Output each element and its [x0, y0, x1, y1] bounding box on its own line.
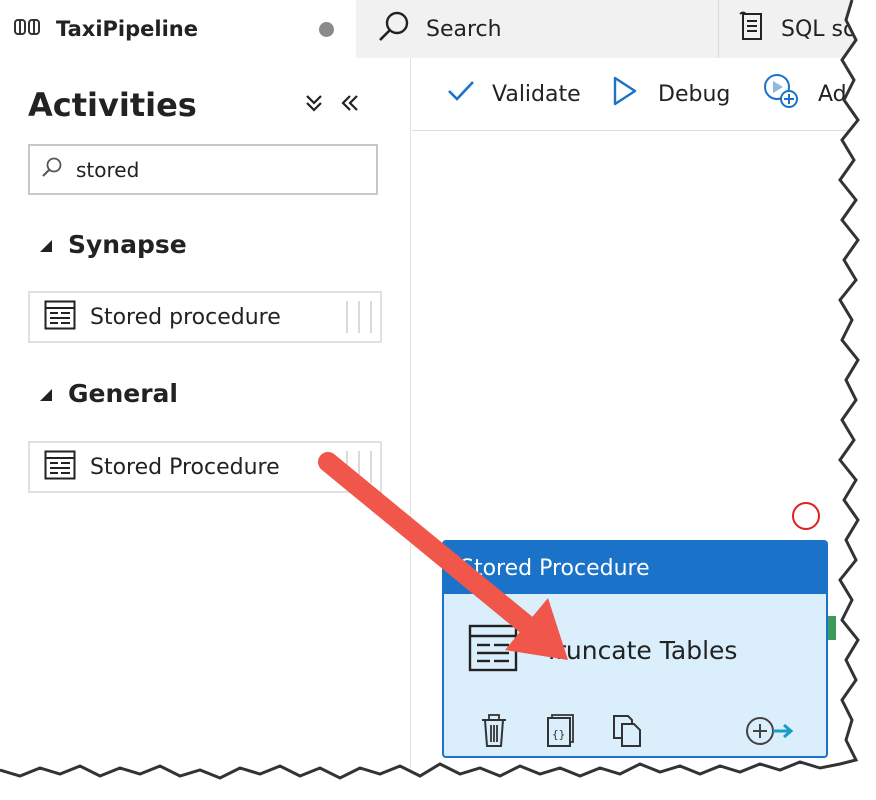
tab-title: TaxiPipeline: [56, 17, 198, 41]
sql-tab-label: SQL sc: [781, 16, 856, 42]
search-input[interactable]: [74, 156, 358, 183]
error-indicator: [792, 502, 820, 530]
checkmark-icon: [446, 78, 476, 110]
activity-item-stored-procedure-synapse[interactable]: Stored procedure: [28, 291, 382, 343]
validate-button[interactable]: Validate: [446, 58, 581, 130]
stored-procedure-icon: [44, 300, 76, 334]
panel-title: Activities: [28, 86, 197, 124]
connector-edge: [828, 616, 836, 640]
activities-panel: Activities Synapse Stored procedure Gene…: [0, 58, 411, 800]
unsaved-indicator: [319, 22, 334, 37]
node-actions: {}: [444, 706, 826, 756]
delete-icon[interactable]: [480, 714, 508, 752]
pipeline-icon: [14, 18, 42, 40]
panel-controls: [303, 92, 361, 118]
sql-script-icon: [737, 11, 767, 47]
svg-text:{}: {}: [552, 728, 565, 741]
stored-procedure-icon: [468, 624, 518, 676]
play-icon: [612, 76, 638, 112]
search-tab-label: Search: [426, 16, 502, 42]
code-icon[interactable]: {}: [546, 714, 574, 752]
drag-handle[interactable]: [346, 301, 372, 333]
node-type-label: Stored Procedure: [444, 542, 826, 594]
collapse-triangle-icon: [36, 379, 54, 408]
debug-label: Debug: [658, 81, 731, 107]
copy-icon[interactable]: [612, 714, 642, 752]
node-body: Truncate Tables: [444, 594, 826, 706]
pipeline-toolbar: Validate Debug Ad: [412, 58, 876, 131]
double-chevron-left-icon[interactable]: [339, 92, 361, 118]
node-name: Truncate Tables: [544, 635, 738, 665]
tab-bar: TaxiPipeline Search SQL sc: [0, 0, 876, 58]
activity-label: Stored procedure: [90, 304, 281, 330]
search-icon: [376, 9, 412, 49]
add-trigger-label: Ad: [818, 81, 847, 107]
add-output-icon[interactable]: [744, 714, 796, 752]
section-synapse[interactable]: Synapse: [36, 230, 187, 259]
validate-label: Validate: [492, 81, 581, 107]
double-chevron-down-icon[interactable]: [303, 92, 325, 118]
activity-item-stored-procedure-general[interactable]: Stored Procedure: [28, 441, 382, 493]
activity-node[interactable]: Stored Procedure Truncate Tables {}: [442, 540, 828, 758]
collapse-triangle-icon: [36, 230, 54, 259]
debug-button[interactable]: Debug: [612, 58, 730, 130]
activity-label: Stored Procedure: [90, 454, 280, 480]
section-general[interactable]: General: [36, 379, 178, 408]
tab-sql-script[interactable]: SQL sc: [718, 0, 858, 58]
tab-taxipipeline[interactable]: TaxiPipeline: [0, 0, 356, 58]
search-icon: [40, 156, 64, 184]
activities-search[interactable]: [28, 144, 378, 195]
section-label: General: [68, 379, 178, 408]
add-trigger-icon: [762, 71, 802, 117]
section-label: Synapse: [68, 230, 187, 259]
drag-handle[interactable]: [346, 451, 372, 483]
stored-procedure-icon: [44, 450, 76, 484]
tab-search[interactable]: Search: [358, 0, 716, 58]
add-trigger-button[interactable]: Ad: [762, 58, 847, 130]
